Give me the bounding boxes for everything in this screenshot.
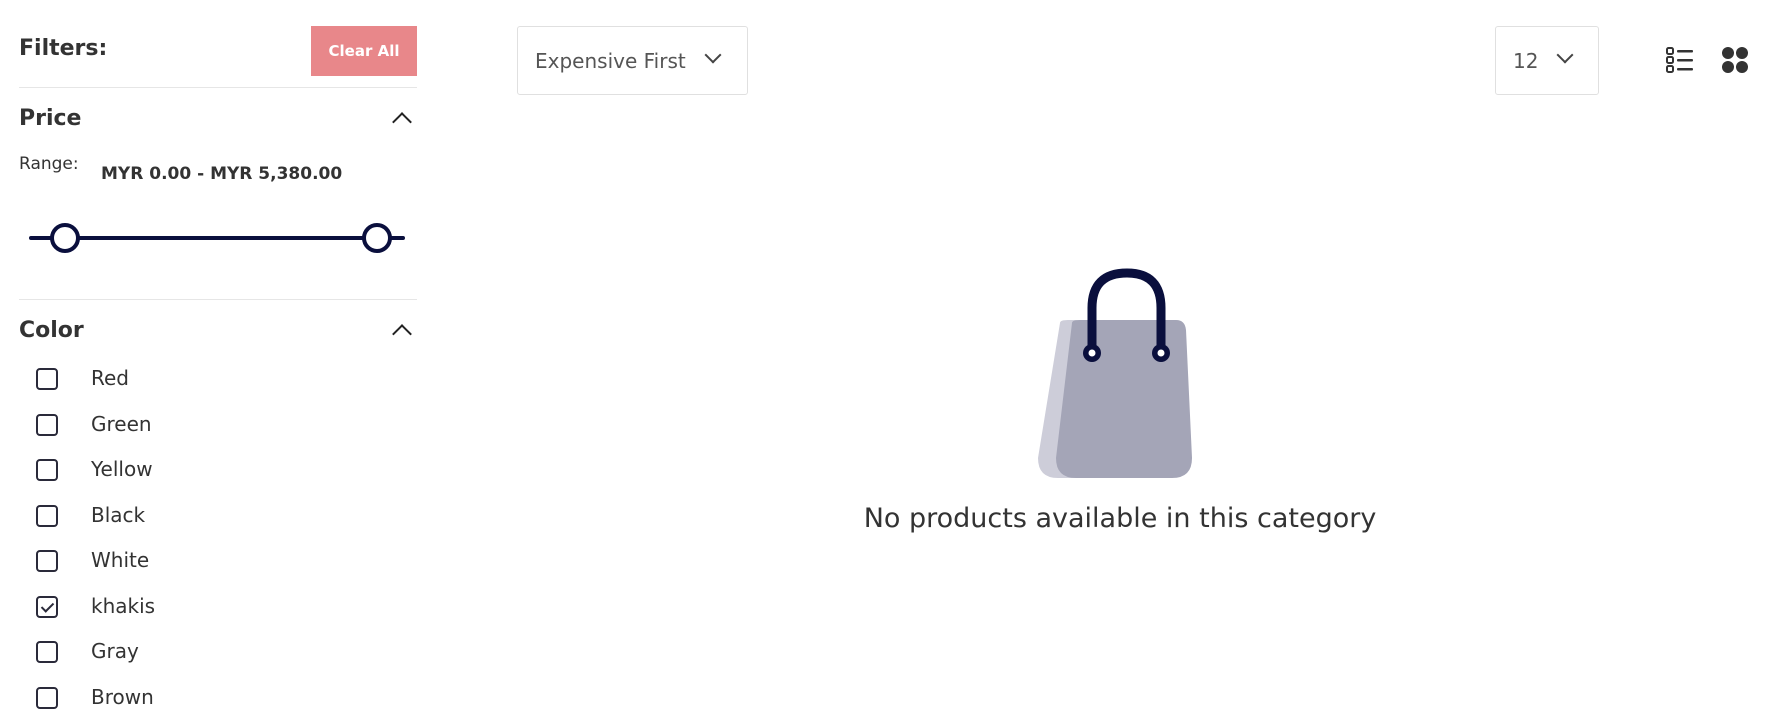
shopping-bag-icon — [1030, 268, 1210, 478]
color-option-label: Brown — [91, 684, 154, 709]
color-checkbox[interactable] — [36, 641, 58, 663]
color-checkbox[interactable] — [36, 550, 58, 572]
color-checkbox[interactable] — [36, 504, 58, 527]
color-option-khakis[interactable]: khakis — [19, 590, 417, 636]
sort-select-value: Expensive First — [535, 49, 686, 73]
price-slider-min-handle[interactable] — [50, 223, 80, 253]
empty-state-message: No products available in this category — [863, 503, 1377, 534]
per-page-select[interactable]: 12 — [1495, 26, 1599, 95]
color-option-red[interactable]: Red — [19, 362, 417, 408]
chevron-down-icon — [704, 46, 722, 64]
color-checkbox-checked[interactable] — [36, 595, 58, 618]
chevron-up-icon[interactable] — [392, 324, 412, 344]
filters-sidebar: Filters: Clear All Price Range: MYR 0.00… — [19, 0, 417, 726]
color-checkbox[interactable] — [36, 686, 58, 709]
color-option-label: White — [91, 548, 150, 572]
color-option-label: khakis — [91, 593, 156, 618]
color-option-label: Yellow — [91, 457, 153, 481]
price-slider-track[interactable] — [29, 236, 405, 240]
sort-select[interactable]: Expensive First — [517, 26, 748, 95]
price-slider-max-handle[interactable] — [362, 223, 392, 253]
list-view-icon[interactable] — [1666, 46, 1694, 74]
per-page-select-value: 12 — [1513, 49, 1539, 73]
price-section-header[interactable]: Price — [19, 88, 417, 150]
color-option-label: Red — [91, 366, 129, 390]
range-value: MYR 0.00 - MYR 5,380.00 — [101, 164, 343, 184]
color-option-label: Gray — [91, 639, 139, 663]
price-section-title: Price — [19, 106, 82, 131]
color-option-yellow[interactable]: Yellow — [19, 453, 417, 499]
price-filter: Range: MYR 0.00 - MYR 5,380.00 — [19, 150, 417, 300]
color-option-white[interactable]: White — [19, 544, 417, 590]
color-option-label: Green — [91, 411, 152, 436]
chevron-up-icon[interactable] — [392, 112, 412, 132]
color-checkbox[interactable] — [36, 459, 58, 481]
filters-header: Filters: Clear All — [19, 0, 417, 88]
clear-all-button[interactable]: Clear All — [311, 26, 417, 76]
grid-view-icon[interactable] — [1721, 46, 1749, 74]
color-option-green[interactable]: Green — [19, 408, 417, 454]
color-option-label: Black — [91, 502, 146, 527]
color-options-list: Red Green Yellow Black White khakis Gray — [19, 362, 417, 726]
filters-title: Filters: — [19, 36, 108, 61]
color-checkbox[interactable] — [36, 368, 58, 390]
chevron-down-icon — [1556, 46, 1574, 64]
color-option-brown[interactable]: Brown — [19, 681, 417, 727]
color-option-black[interactable]: Black — [19, 499, 417, 545]
color-section-title: Color — [19, 318, 84, 343]
color-option-gray[interactable]: Gray — [19, 635, 417, 681]
color-checkbox[interactable] — [36, 413, 58, 436]
range-label: Range: — [19, 154, 79, 174]
color-section-header[interactable]: Color — [19, 300, 417, 362]
